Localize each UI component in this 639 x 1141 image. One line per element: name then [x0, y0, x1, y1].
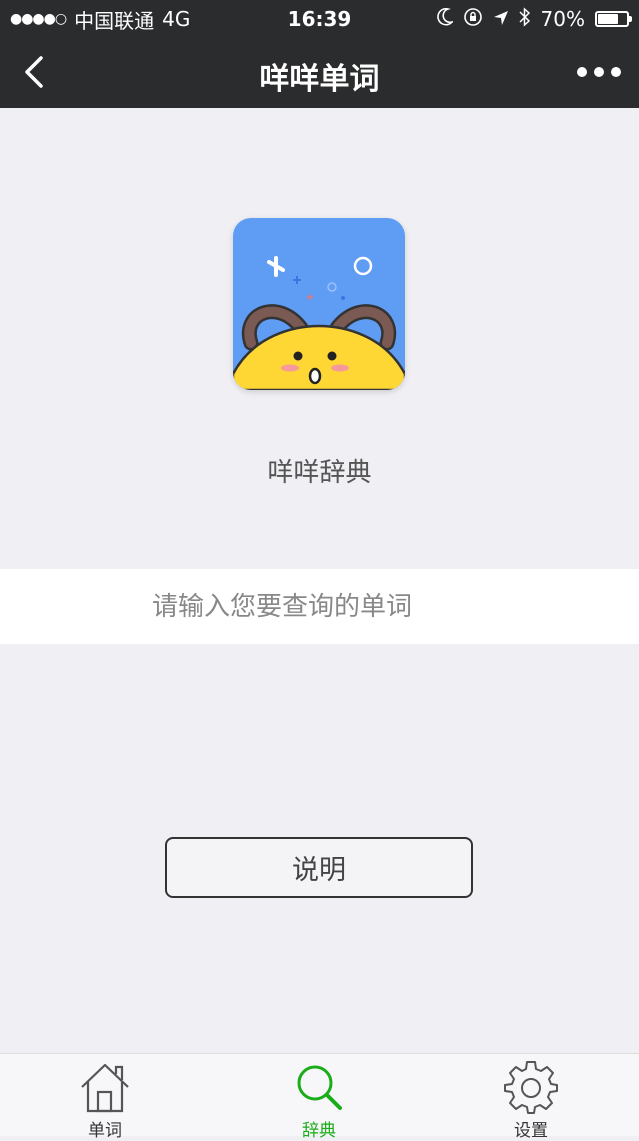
more-dot-icon [594, 67, 604, 77]
sheep-logo-icon [233, 218, 405, 390]
tab-settings[interactable]: 设置 [471, 1054, 591, 1141]
network-label: 4G [162, 7, 191, 31]
more-dot-icon [577, 67, 587, 77]
location-icon [493, 7, 509, 31]
carrier-label: 中国联通 [74, 8, 155, 33]
status-bar: ●●●●○ 中国联通 4G 16:39 70% [0, 0, 639, 38]
tab-label: 设置 [514, 1121, 548, 1141]
more-button[interactable] [577, 58, 621, 86]
chevron-left-icon [25, 56, 43, 88]
status-right: 70% [436, 6, 632, 32]
tab-dictionary[interactable]: 辞典 [259, 1054, 379, 1141]
nav-bar: 咩咩单词 [0, 38, 639, 108]
rotation-lock-icon [463, 7, 483, 32]
bluetooth-icon [519, 6, 531, 32]
page-title: 咩咩单词 [259, 62, 380, 97]
battery-percent: 70% [540, 7, 585, 31]
battery-icon [595, 11, 632, 27]
moon-icon [436, 7, 455, 31]
tab-words[interactable]: 单词 [45, 1054, 165, 1141]
home-icon [81, 1063, 129, 1113]
more-dot-icon [611, 67, 621, 77]
tab-label: 辞典 [302, 1121, 336, 1141]
search-row [0, 569, 639, 644]
search-icon [297, 1065, 342, 1110]
status-left: ●●●●○ 中国联通 4G [10, 5, 190, 34]
app-logo [233, 218, 405, 390]
explain-button[interactable]: 说明 [165, 837, 473, 898]
search-input[interactable] [152, 569, 612, 644]
tab-label: 单词 [88, 1121, 122, 1141]
signal-strength-icon: ●●●●○ [10, 11, 67, 27]
back-button[interactable] [14, 52, 54, 92]
app-name: 咩咩辞典 [267, 458, 372, 488]
gear-icon [504, 1061, 558, 1114]
battery-fill [598, 14, 618, 24]
tab-bar: 单词 辞典 设置 [0, 1053, 639, 1141]
